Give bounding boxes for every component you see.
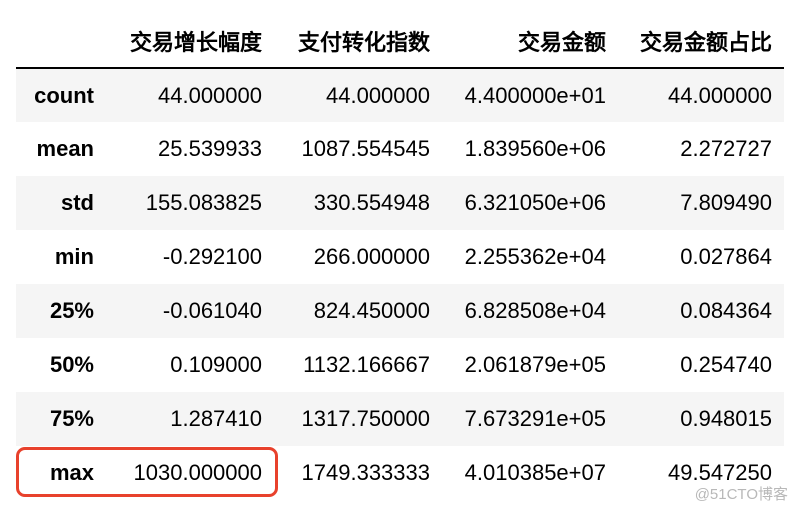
cell: 7.809490	[680, 190, 772, 215]
cell: 2.272727	[680, 136, 772, 161]
table-row: mean 25.539933 1087.554545 1.839560e+06 …	[16, 122, 784, 176]
cell: 824.450000	[313, 298, 430, 323]
column-header: 交易金额占比	[606, 14, 784, 69]
cell: 155.083825	[145, 190, 262, 215]
cell: -0.292100	[162, 244, 262, 269]
cell: 0.254740	[680, 352, 772, 377]
row-label: 25%	[49, 298, 94, 323]
cell: 6.828508e+04	[464, 298, 606, 323]
table-row: 25% -0.061040 824.450000 6.828508e+04 0.…	[16, 284, 784, 338]
cell: 1749.333333	[301, 460, 430, 485]
row-label: min	[54, 244, 94, 269]
column-header: 支付转化指数	[262, 14, 430, 69]
cell: 44.000000	[326, 82, 430, 108]
describe-table: 交易增长幅度 支付转化指数 交易金额 交易金额占比 count 44.00000…	[16, 14, 784, 500]
table-row: count 44.000000 44.000000 4.400000e+01 4…	[16, 68, 784, 122]
cell: 44.000000	[668, 82, 772, 108]
cell: 330.554948	[313, 190, 430, 215]
cell: 266.000000	[313, 244, 430, 269]
cell: 4.400000e+01	[464, 82, 606, 108]
cell: 2.061879e+05	[464, 352, 606, 377]
cell: 2.255362e+04	[464, 244, 606, 269]
cell: 6.321050e+06	[464, 190, 606, 215]
cell: 1.839560e+06	[464, 136, 606, 161]
cell: 1317.750000	[301, 406, 430, 431]
row-label: std	[61, 190, 94, 215]
cell: 0.084364	[680, 298, 772, 323]
table-row: std 155.083825 330.554948 6.321050e+06 7…	[16, 176, 784, 230]
row-label: count	[34, 82, 94, 108]
table-row: min -0.292100 266.000000 2.255362e+04 0.…	[16, 230, 784, 284]
cell: 25.539933	[158, 136, 262, 161]
table-row: 75% 1.287410 1317.750000 7.673291e+05 0.…	[16, 392, 784, 446]
cell: 44.000000	[158, 82, 262, 108]
column-header: 交易增长幅度	[94, 14, 262, 69]
column-header: 交易金额	[430, 14, 606, 69]
row-label: mean	[36, 136, 94, 161]
cell: 1087.554545	[301, 136, 430, 161]
highlight-box	[16, 447, 278, 497]
cell: 4.010385e+07	[464, 460, 606, 485]
table-row: 50% 0.109000 1132.166667 2.061879e+05 0.…	[16, 338, 784, 392]
cell: 0.027864	[680, 244, 772, 269]
index-header	[16, 14, 94, 69]
cell: 0.109000	[170, 352, 262, 377]
cell: 1132.166667	[303, 352, 430, 377]
cell: 1.287410	[170, 406, 262, 431]
cell: -0.061040	[162, 298, 262, 323]
header-row: 交易增长幅度 支付转化指数 交易金额 交易金额占比	[16, 14, 784, 69]
row-label: 75%	[49, 406, 94, 431]
row-label: 50%	[49, 352, 94, 377]
cell: 0.948015	[680, 406, 772, 431]
watermark: @51CTO博客	[694, 486, 788, 503]
cell: 7.673291e+05	[464, 406, 606, 431]
